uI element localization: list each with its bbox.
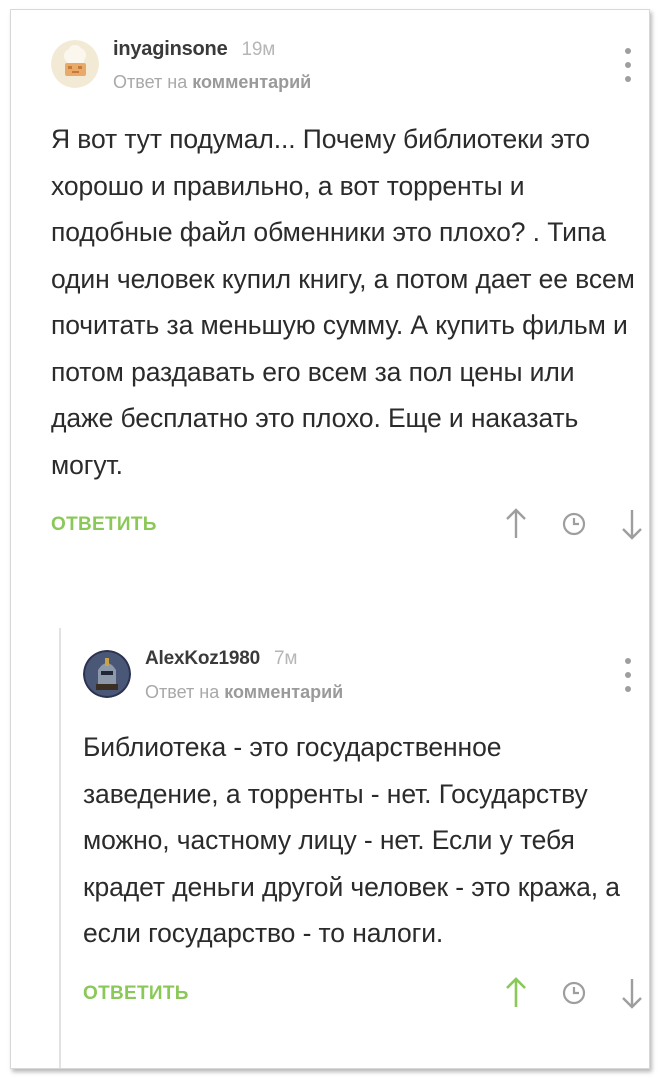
avatar-chef-icon: [51, 40, 99, 88]
comment-actions: ОТВЕТИТЬ: [83, 973, 651, 1021]
reply-to-prefix: Ответ на: [113, 72, 188, 92]
comment-body: Библиотека - это государственное заведен…: [83, 732, 620, 948]
arrow-up-icon[interactable]: [501, 504, 531, 544]
reply-to-prefix: Ответ на: [145, 682, 220, 702]
avatar-knight-icon: [83, 650, 131, 698]
author-name[interactable]: inyaginsone 19м: [113, 38, 275, 61]
arrow-down-icon[interactable]: [617, 973, 647, 1013]
comment-header: AlexKoz1980 7м Ответ на комментарий: [83, 648, 651, 706]
comment-body: Я вот тут подумал... Почему библиотеки э…: [51, 124, 635, 480]
arrow-up-icon[interactable]: [501, 973, 531, 1013]
kebab-menu-icon[interactable]: [623, 658, 633, 692]
avatar[interactable]: [83, 650, 131, 698]
reply-button[interactable]: ОТВЕТИТЬ: [51, 514, 157, 536]
author-name[interactable]: AlexKoz1980 7м: [145, 648, 297, 670]
reply-to-line: Ответ на комментарий: [113, 72, 311, 93]
reply-to-link[interactable]: комментарий: [192, 72, 311, 92]
comment: inyaginsone 19м Ответ на комментарий Я во…: [51, 38, 651, 552]
kebab-menu-icon[interactable]: [623, 48, 633, 82]
author-username[interactable]: inyaginsone: [113, 38, 228, 60]
screenshot-frame: inyaginsone 19м Ответ на комментарий Я во…: [10, 9, 650, 1069]
clock-icon[interactable]: [559, 973, 589, 1013]
avatar[interactable]: [51, 40, 99, 88]
clock-icon[interactable]: [559, 504, 589, 544]
comment-time: 7м: [274, 648, 298, 669]
comment-time: 19м: [241, 39, 276, 60]
thread-line[interactable]: [59, 628, 61, 1068]
reply-to-line: Ответ на комментарий: [145, 682, 343, 703]
comment-reply: AlexKoz1980 7м Ответ на комментарий Библи…: [83, 648, 651, 1021]
comment-header: inyaginsone 19м Ответ на комментарий: [51, 38, 651, 96]
reply-button[interactable]: ОТВЕТИТЬ: [83, 983, 189, 1005]
arrow-down-icon[interactable]: [617, 504, 647, 544]
comment-actions: ОТВЕТИТЬ: [51, 504, 651, 552]
author-username[interactable]: AlexKoz1980: [145, 648, 260, 669]
reply-to-link[interactable]: комментарий: [224, 682, 343, 702]
